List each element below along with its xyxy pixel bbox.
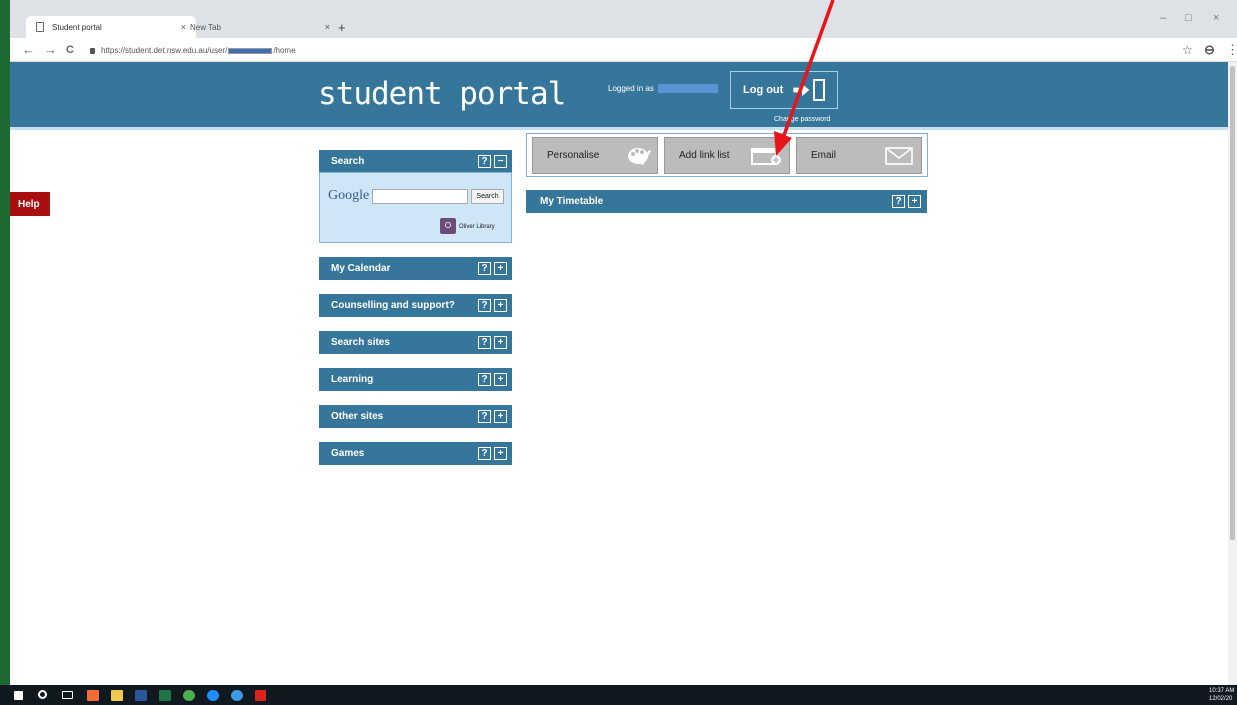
- panel-title: Learning: [331, 374, 374, 385]
- clock-time: 10:37 AM: [1209, 688, 1235, 694]
- windows-start-icon[interactable]: [14, 691, 23, 700]
- help-icon[interactable]: ?: [478, 336, 491, 349]
- oliver-library-icon[interactable]: O: [440, 218, 456, 234]
- panel-title: Counselling and support?: [331, 300, 455, 311]
- search-panel-header[interactable]: Search ? −: [319, 150, 512, 173]
- excel-icon[interactable]: [159, 690, 171, 701]
- panel-title: My Timetable: [540, 196, 604, 207]
- file-explorer-icon[interactable]: [111, 690, 123, 701]
- expand-icon[interactable]: +: [494, 410, 507, 423]
- window-edge: [0, 0, 10, 685]
- redacted-username: [228, 47, 273, 54]
- page-title: student portal: [318, 76, 566, 112]
- help-icon[interactable]: ?: [478, 262, 491, 275]
- maximize-button[interactable]: □: [1185, 12, 1192, 24]
- add-window-icon: [751, 148, 781, 165]
- url-field[interactable]: https://student.det.nsw.edu.au/user/ /ho…: [90, 46, 296, 55]
- tab-new-tab[interactable]: New Tab ×: [180, 16, 340, 38]
- page-icon: [36, 22, 44, 32]
- help-icon[interactable]: ?: [478, 373, 491, 386]
- windows-taskbar: [0, 685, 1237, 705]
- panel-counselling-support[interactable]: Counselling and support? ? +: [319, 294, 512, 317]
- task-view-icon[interactable]: [62, 691, 73, 699]
- minimize-button[interactable]: –: [1160, 12, 1166, 24]
- new-tab-button[interactable]: +: [338, 20, 346, 35]
- tab-label: Student portal: [52, 22, 102, 32]
- panel-other-sites[interactable]: Other sites ? +: [319, 405, 512, 428]
- expand-icon[interactable]: +: [494, 447, 507, 460]
- exit-arrow-icon: [793, 84, 810, 96]
- bookmark-star-icon[interactable]: ☆: [1182, 43, 1193, 57]
- search-icon[interactable]: [38, 690, 47, 699]
- expand-icon[interactable]: +: [494, 262, 507, 275]
- panel-my-calendar[interactable]: My Calendar ? +: [319, 257, 512, 280]
- tab-label: New Tab: [190, 22, 221, 32]
- search-button[interactable]: Search: [471, 189, 504, 204]
- redacted-user-name: [657, 84, 718, 93]
- panel-my-timetable[interactable]: My Timetable ? +: [526, 190, 927, 213]
- forward-button[interactable]: →: [44, 42, 57, 57]
- browser-menu-icon[interactable]: ⋮: [1226, 42, 1237, 58]
- expand-icon[interactable]: +: [494, 299, 507, 312]
- reload-button[interactable]: C: [66, 44, 74, 56]
- oliver-library-link[interactable]: Oliver Library: [459, 224, 495, 230]
- url-suffix: /home: [273, 46, 296, 55]
- chrome-icon[interactable]: [183, 690, 195, 701]
- word-icon[interactable]: [135, 690, 147, 701]
- search-panel-body: Google Search O Oliver Library: [319, 172, 512, 243]
- add-link-list-label: Add link list: [679, 150, 730, 161]
- edge-icon[interactable]: [207, 690, 219, 701]
- clock-date: 12/02/20: [1209, 696, 1233, 702]
- expand-icon[interactable]: +: [494, 373, 507, 386]
- acrobat-icon[interactable]: [255, 690, 266, 701]
- google-logo: Google: [328, 188, 370, 203]
- tab-student-portal[interactable]: Student portal ×: [26, 16, 196, 38]
- email-button[interactable]: Email: [796, 137, 922, 174]
- help-icon[interactable]: ?: [892, 195, 905, 208]
- help-icon[interactable]: ?: [478, 299, 491, 312]
- app-icon-orange[interactable]: [87, 690, 99, 701]
- logged-in-label: Logged in as: [608, 84, 654, 93]
- internet-explorer-icon[interactable]: [231, 690, 243, 701]
- logged-in-indicator: Logged in as: [608, 84, 718, 93]
- panel-title: Search: [331, 156, 365, 167]
- add-link-list-button[interactable]: Add link list: [664, 137, 790, 174]
- palette-icon: [628, 148, 651, 165]
- profile-icon[interactable]: ⊖: [1204, 42, 1215, 58]
- logout-button[interactable]: Log out: [730, 71, 838, 109]
- help-button[interactable]: Help: [10, 192, 50, 216]
- portal-header: student portal Logged in as Log out Chan…: [10, 62, 1237, 130]
- lock-icon: [90, 47, 95, 54]
- personalise-label: Personalise: [547, 150, 600, 161]
- panel-title: Search sites: [331, 337, 390, 348]
- expand-icon[interactable]: +: [494, 336, 507, 349]
- personalise-button[interactable]: Personalise: [532, 137, 658, 174]
- help-icon[interactable]: ?: [478, 447, 491, 460]
- panel-title: Other sites: [331, 411, 384, 422]
- google-search-input[interactable]: [372, 189, 468, 204]
- close-window-button[interactable]: ×: [1213, 12, 1219, 24]
- scrollbar-thumb[interactable]: [1230, 66, 1235, 540]
- taskbar-clock[interactable]: 10:37 AM 12/02/20: [1209, 687, 1234, 703]
- panel-learning[interactable]: Learning ? +: [319, 368, 512, 391]
- panel-title: My Calendar: [331, 263, 391, 274]
- logout-label: Log out: [743, 84, 784, 96]
- panel-games[interactable]: Games ? +: [319, 442, 512, 465]
- tab-close-button[interactable]: ×: [325, 22, 330, 32]
- portal-toolbar: Personalise Add link list Email: [526, 133, 928, 177]
- help-icon[interactable]: ?: [478, 410, 491, 423]
- back-button[interactable]: ←: [22, 42, 35, 57]
- panel-title: Games: [331, 448, 365, 459]
- help-icon[interactable]: ?: [478, 155, 491, 168]
- email-label: Email: [811, 150, 837, 161]
- tab-strip: Student portal × New Tab × + – □ ×: [10, 0, 1237, 38]
- door-icon: [813, 79, 826, 101]
- url-prefix: https://student.det.nsw.edu.au/user/: [101, 46, 228, 55]
- collapse-icon[interactable]: −: [494, 155, 507, 168]
- change-password-link[interactable]: Change password: [774, 116, 830, 123]
- envelope-icon: [885, 147, 913, 165]
- expand-icon[interactable]: +: [908, 195, 921, 208]
- panel-search-sites[interactable]: Search sites ? +: [319, 331, 512, 354]
